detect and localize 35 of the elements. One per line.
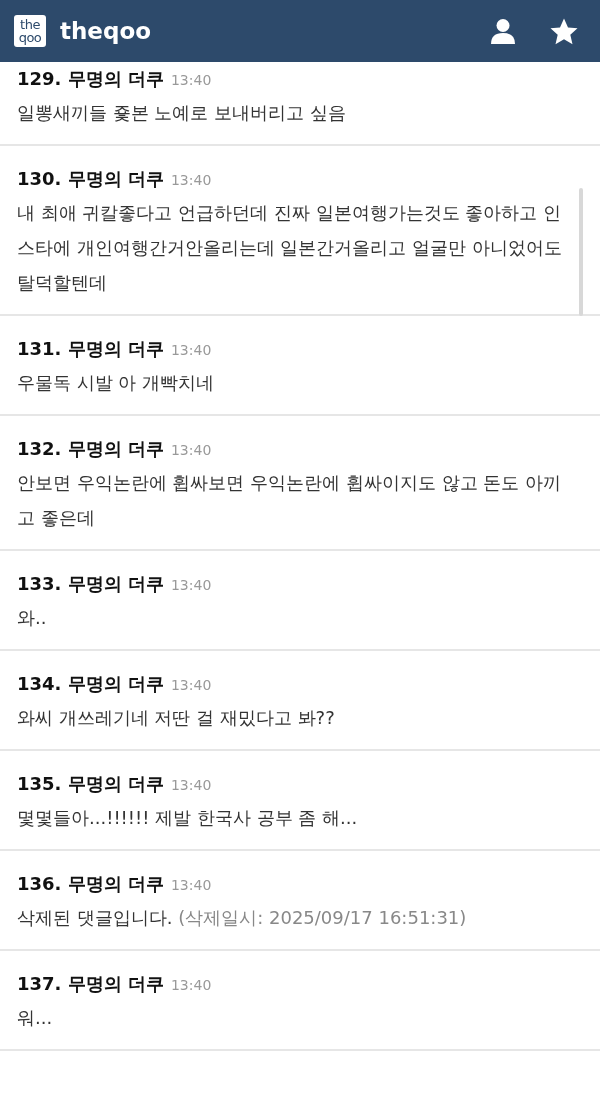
logo-text: qoo	[18, 31, 42, 44]
comment-time: 13:40	[170, 776, 212, 795]
comment-author: 136. 무명의 더쿠	[17, 872, 164, 896]
logo-text: the	[20, 18, 40, 31]
scrollbar[interactable]	[579, 188, 583, 316]
comment-time: 13:40	[170, 341, 212, 360]
comment-time: 13:40	[170, 441, 212, 460]
user-icon[interactable]	[490, 18, 516, 44]
comment-author: 135. 무명의 더쿠	[17, 772, 164, 796]
comment-text: 와씨 개쓰레기네 저딴 걸 재밌다고 봐??	[17, 707, 335, 728]
comment-author: 133. 무명의 더쿠	[17, 572, 164, 596]
comment-text: 워...	[17, 1007, 53, 1028]
comment-time: 13:40	[170, 676, 212, 695]
deleted-date: (삭제일시: 2025/09/17 16:51:31)	[178, 907, 467, 928]
comment-text: 우물독 시발 아 개빡치네	[17, 372, 215, 393]
logo[interactable]: the qoo	[14, 15, 46, 47]
comment-time: 13:40	[170, 171, 212, 190]
comment-author: 134. 무명의 더쿠	[17, 672, 164, 696]
comment-time: 13:40	[170, 976, 212, 995]
comment-time: 13:40	[170, 876, 212, 895]
comment-author: 129. 무명의 더쿠	[17, 67, 164, 91]
comment-text: 안보면 우익논란에 휩싸보면 우익논란에 휩싸이지도 않고 돈도 아끼고 좋은데	[17, 472, 562, 528]
comment-author: 132. 무명의 더쿠	[17, 437, 164, 461]
star-icon[interactable]	[550, 17, 578, 45]
comment-text: 와..	[17, 607, 47, 628]
comment-author: 131. 무명의 더쿠	[17, 337, 164, 361]
comment-author: 137. 무명의 더쿠	[17, 972, 164, 996]
comment-time: 13:40	[170, 71, 212, 90]
comment-author: 130. 무명의 더쿠	[17, 167, 164, 191]
comment-text: 몇몇들아...!!!!!! 제발 한국사 공부 좀 해...	[17, 807, 358, 828]
comment-time: 13:40	[170, 576, 212, 595]
site-title[interactable]: theqoo	[60, 18, 152, 44]
comment-text: 일뽕새끼들 죷본 노예로 보내버리고 싶음	[17, 102, 346, 123]
comment-text: 삭제된 댓글입니다.	[17, 907, 173, 928]
comment-text: 내 최애 귀칼좋다고 언급하던데 진짜 일본여행가는것도 좋아하고 인스타에 개인여행간거안올리는데 일본간거올리고 얼굴만 아니었어도 탈덕할텐데	[17, 202, 562, 293]
